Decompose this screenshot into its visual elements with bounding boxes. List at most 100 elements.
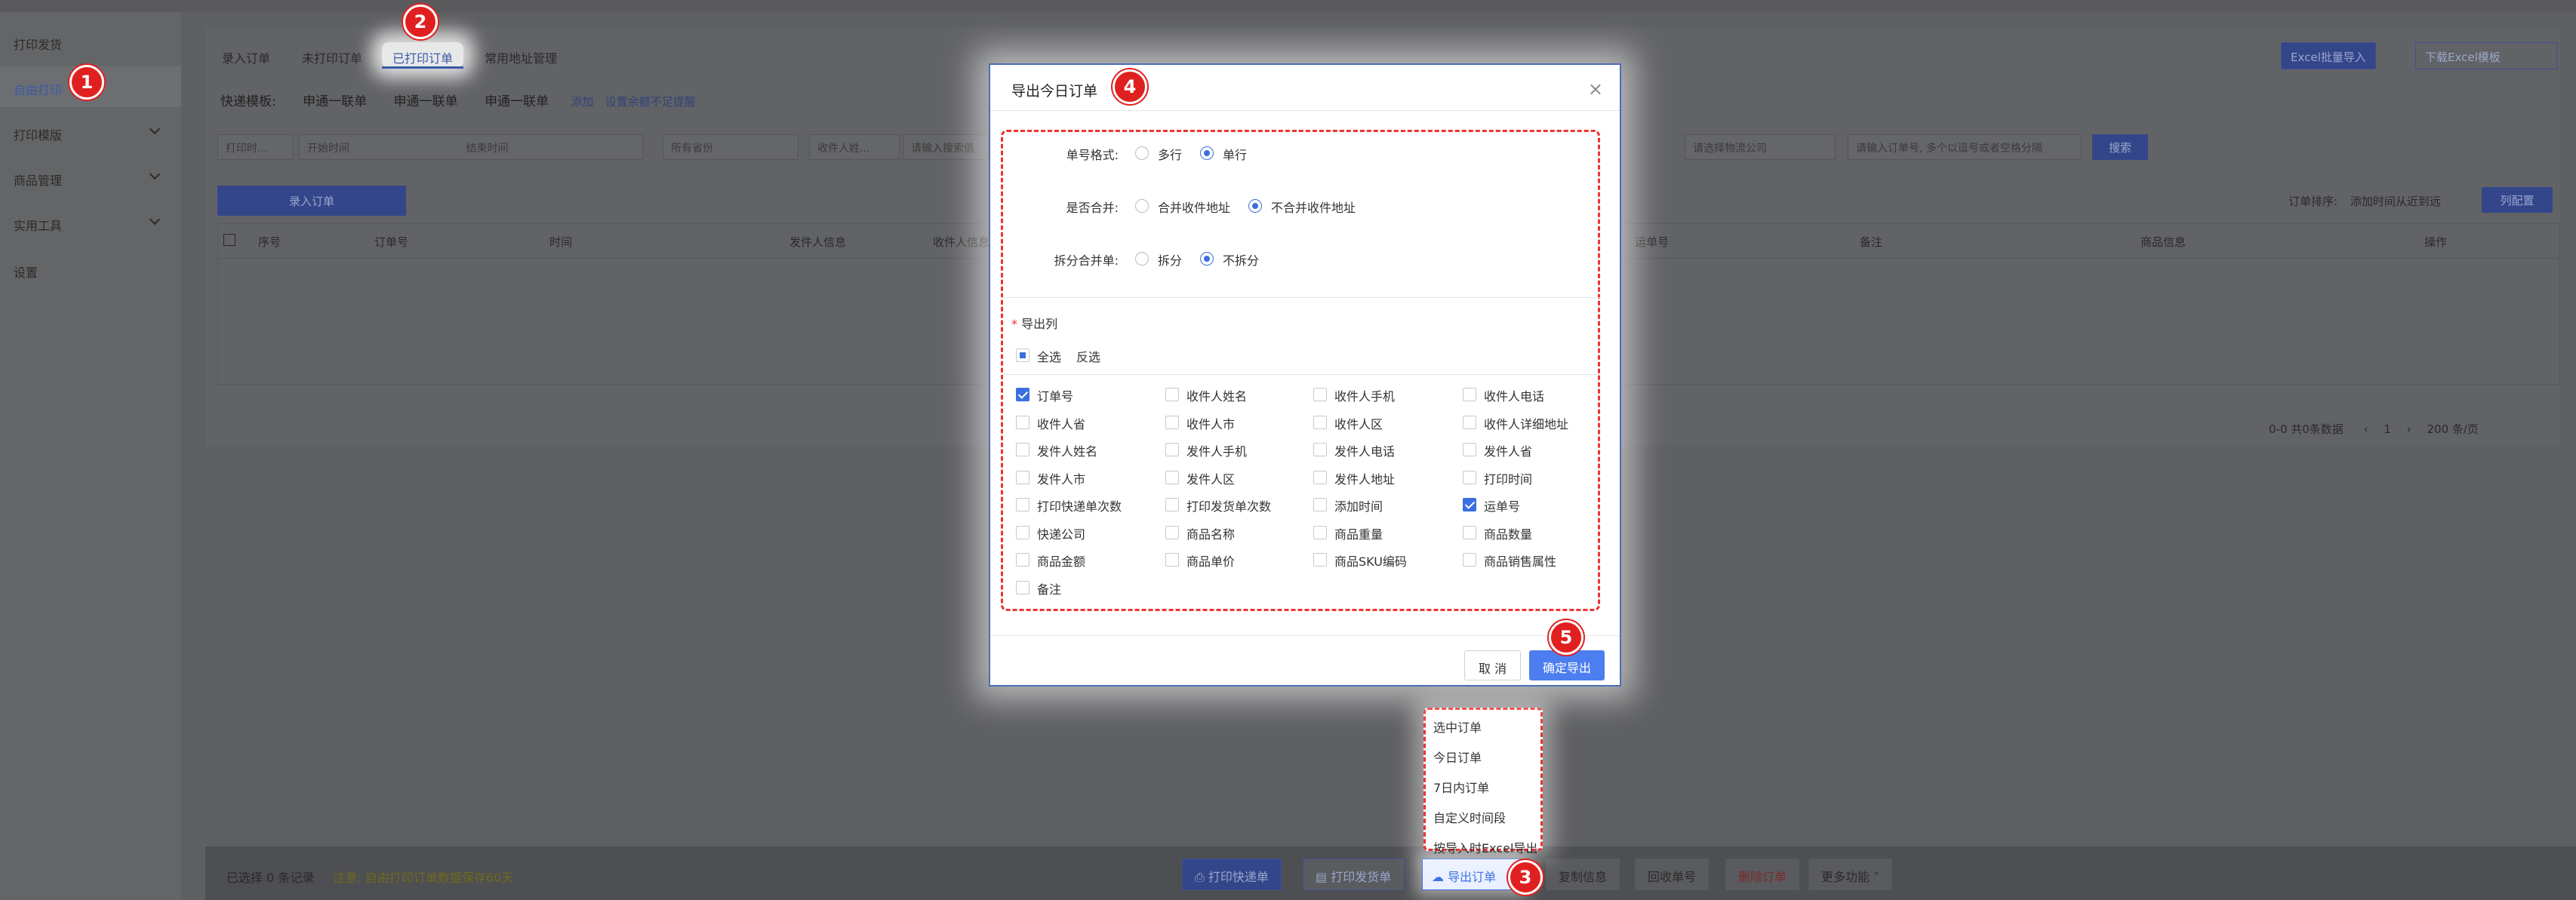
excel-import-button[interactable]: Excel批量导入 — [2281, 42, 2376, 69]
sidebar-item-product-mgmt[interactable]: 商品管理 — [14, 170, 62, 189]
page-size-select[interactable]: 200 条/页 — [2427, 422, 2478, 436]
export-column-checkbox[interactable] — [1463, 470, 1476, 484]
export-orders-button[interactable]: ☁ 导出订单 — [1422, 859, 1522, 890]
search-button[interactable]: 搜索 — [2092, 134, 2148, 160]
search-input[interactable]: 请输入搜索值 — [903, 134, 989, 160]
tab-printed[interactable]: 已打印订单 — [392, 48, 453, 66]
modal-footer-divider — [990, 635, 1620, 636]
select-all-columns-checkbox[interactable] — [1016, 349, 1029, 362]
dropdown-item-custom-range[interactable]: 自定义时间段 — [1433, 808, 1506, 826]
export-column-checkbox[interactable] — [1016, 580, 1029, 594]
tab-unprinted[interactable]: 未打印订单 — [302, 48, 362, 66]
column-config-button[interactable]: 列配置 — [2482, 187, 2553, 213]
order-number-input[interactable]: 请输入订单号, 多个以逗号或者空格分隔 — [1848, 134, 2082, 160]
export-column-checkbox[interactable] — [1463, 388, 1476, 401]
recycle-number-button[interactable]: 回收单号 — [1635, 859, 1710, 890]
export-column-label: 备注 — [1037, 582, 1062, 597]
template-option-1[interactable]: 申通一联单 — [303, 94, 367, 109]
export-column-checkbox[interactable] — [1016, 388, 1029, 401]
delete-orders-button[interactable]: 删除订单 — [1725, 859, 1800, 890]
export-column-checkbox[interactable] — [1165, 525, 1179, 539]
export-column-checkbox[interactable] — [1165, 470, 1179, 484]
confirm-export-button[interactable]: 确定导出 — [1529, 650, 1605, 680]
modal-title: 导出今日订单 — [1011, 83, 1098, 100]
export-column-checkbox[interactable] — [1313, 443, 1327, 456]
export-column-checkbox[interactable] — [1463, 553, 1476, 567]
template-setting-link[interactable]: 设置余额不足提醒 — [605, 95, 696, 109]
close-icon[interactable]: × — [1588, 78, 1603, 100]
sidebar-item-print-template[interactable]: 打印模版 — [14, 125, 62, 143]
next-page-icon[interactable]: › — [2407, 422, 2411, 436]
print-time-select[interactable]: 打印时... — [217, 134, 293, 160]
export-column-checkbox[interactable] — [1313, 388, 1327, 401]
export-column-checkbox[interactable] — [1463, 498, 1476, 511]
export-column-checkbox[interactable] — [1463, 443, 1476, 456]
export-column-checkbox[interactable] — [1165, 553, 1179, 567]
export-column-checkbox[interactable] — [1313, 415, 1327, 429]
date-range-input[interactable]: 开始时间 结束时间 — [299, 134, 643, 160]
logistics-select[interactable]: 请选择物流公司 — [1685, 134, 1836, 160]
print-express-button[interactable]: ⎙ 打印快递单 — [1182, 859, 1282, 890]
export-column-checkbox[interactable] — [1165, 498, 1179, 511]
entry-order-button[interactable]: 录入订单 — [217, 186, 406, 216]
export-column-checkbox[interactable] — [1016, 443, 1029, 456]
template-option-2[interactable]: 申通一联单 — [394, 94, 458, 109]
top-bar — [0, 0, 2576, 12]
cancel-button[interactable]: 取 消 — [1464, 650, 1522, 680]
export-column-checkbox[interactable] — [1016, 525, 1029, 539]
format-singleline-radio[interactable] — [1200, 146, 1214, 160]
sidebar-item-print-ship[interactable]: 打印发货 — [14, 35, 62, 53]
export-column-checkbox[interactable] — [1016, 415, 1029, 429]
split-radio[interactable] — [1135, 252, 1149, 266]
copy-info-button[interactable]: 复制信息 — [1546, 859, 1620, 890]
dropdown-item-today[interactable]: 今日订单 — [1433, 748, 1482, 766]
sidebar-item-free-print[interactable]: 自由打印 — [14, 80, 62, 98]
merge-address-radio[interactable] — [1135, 199, 1149, 213]
tab-underline — [382, 66, 463, 69]
dropdown-item-selected[interactable]: 选中订单 — [1433, 717, 1482, 736]
export-column-checkbox[interactable] — [1313, 553, 1327, 567]
download-template-button[interactable]: 下载Excel模板 — [2415, 42, 2557, 69]
receiver-field-select[interactable]: 收件人姓... — [809, 134, 900, 160]
page-number[interactable]: 1 — [2384, 422, 2391, 436]
sidebar-item-tools[interactable]: 实用工具 — [14, 216, 62, 234]
export-column-label: 发件人地址 — [1334, 472, 1396, 487]
retention-notice: 注意: 自由打印订单数据保存60天 — [333, 871, 514, 885]
prev-page-icon[interactable]: ‹ — [2364, 422, 2368, 436]
export-column-label: 发件人电话 — [1334, 444, 1396, 459]
export-column-checkbox[interactable] — [1313, 525, 1327, 539]
export-column-checkbox[interactable] — [1165, 388, 1179, 401]
export-column-checkbox[interactable] — [1165, 415, 1179, 429]
export-column-checkbox[interactable] — [1165, 443, 1179, 456]
sidebar-item-settings[interactable]: 设置 — [14, 263, 38, 281]
dropdown-item-excel-import[interactable]: 按导入时Excel导出 — [1433, 838, 1537, 856]
export-column-checkbox[interactable] — [1016, 553, 1029, 567]
template-option-3[interactable]: 申通一联单 — [485, 94, 549, 109]
print-ship-button[interactable]: ▤ 打印发货单 — [1303, 859, 1405, 890]
tab-entry[interactable]: 录入订单 — [222, 48, 270, 66]
export-column-checkbox[interactable] — [1313, 470, 1327, 484]
export-column-checkbox[interactable] — [1016, 470, 1029, 484]
export-column-checkbox[interactable] — [1016, 498, 1029, 511]
select-all-checkbox[interactable] — [223, 234, 235, 246]
selected-count: 已选择 0 条记录 — [226, 871, 315, 885]
no-merge-address-radio[interactable] — [1248, 199, 1262, 213]
export-column-label: 添加时间 — [1334, 499, 1383, 514]
export-column-checkbox[interactable] — [1313, 498, 1327, 511]
merge-address-label: 合并收件地址 — [1158, 201, 1231, 215]
export-column-label: 商品重量 — [1334, 527, 1383, 542]
sort-select[interactable]: 添加时间从近到远 — [2350, 195, 2441, 208]
template-add-link[interactable]: 添加 — [571, 95, 593, 109]
export-column-checkbox[interactable] — [1463, 415, 1476, 429]
invert-selection-link[interactable]: 反选 — [1076, 347, 1100, 365]
no-split-radio[interactable] — [1200, 252, 1214, 266]
export-column-checkbox[interactable] — [1463, 525, 1476, 539]
format-multiline-radio[interactable] — [1135, 146, 1149, 160]
dropdown-item-7days[interactable]: 7日内订单 — [1433, 778, 1489, 796]
more-functions-button[interactable]: 更多功能 ˄ — [1808, 859, 1893, 890]
export-column-label: 发件人市 — [1037, 472, 1086, 487]
pagination-summary: 0-0 共0条数据 — [2269, 422, 2344, 436]
province-select[interactable]: 所有省份 — [663, 134, 799, 160]
col-header-index: 序号 — [258, 235, 282, 249]
tab-address-mgmt[interactable]: 常用地址管理 — [485, 48, 557, 66]
